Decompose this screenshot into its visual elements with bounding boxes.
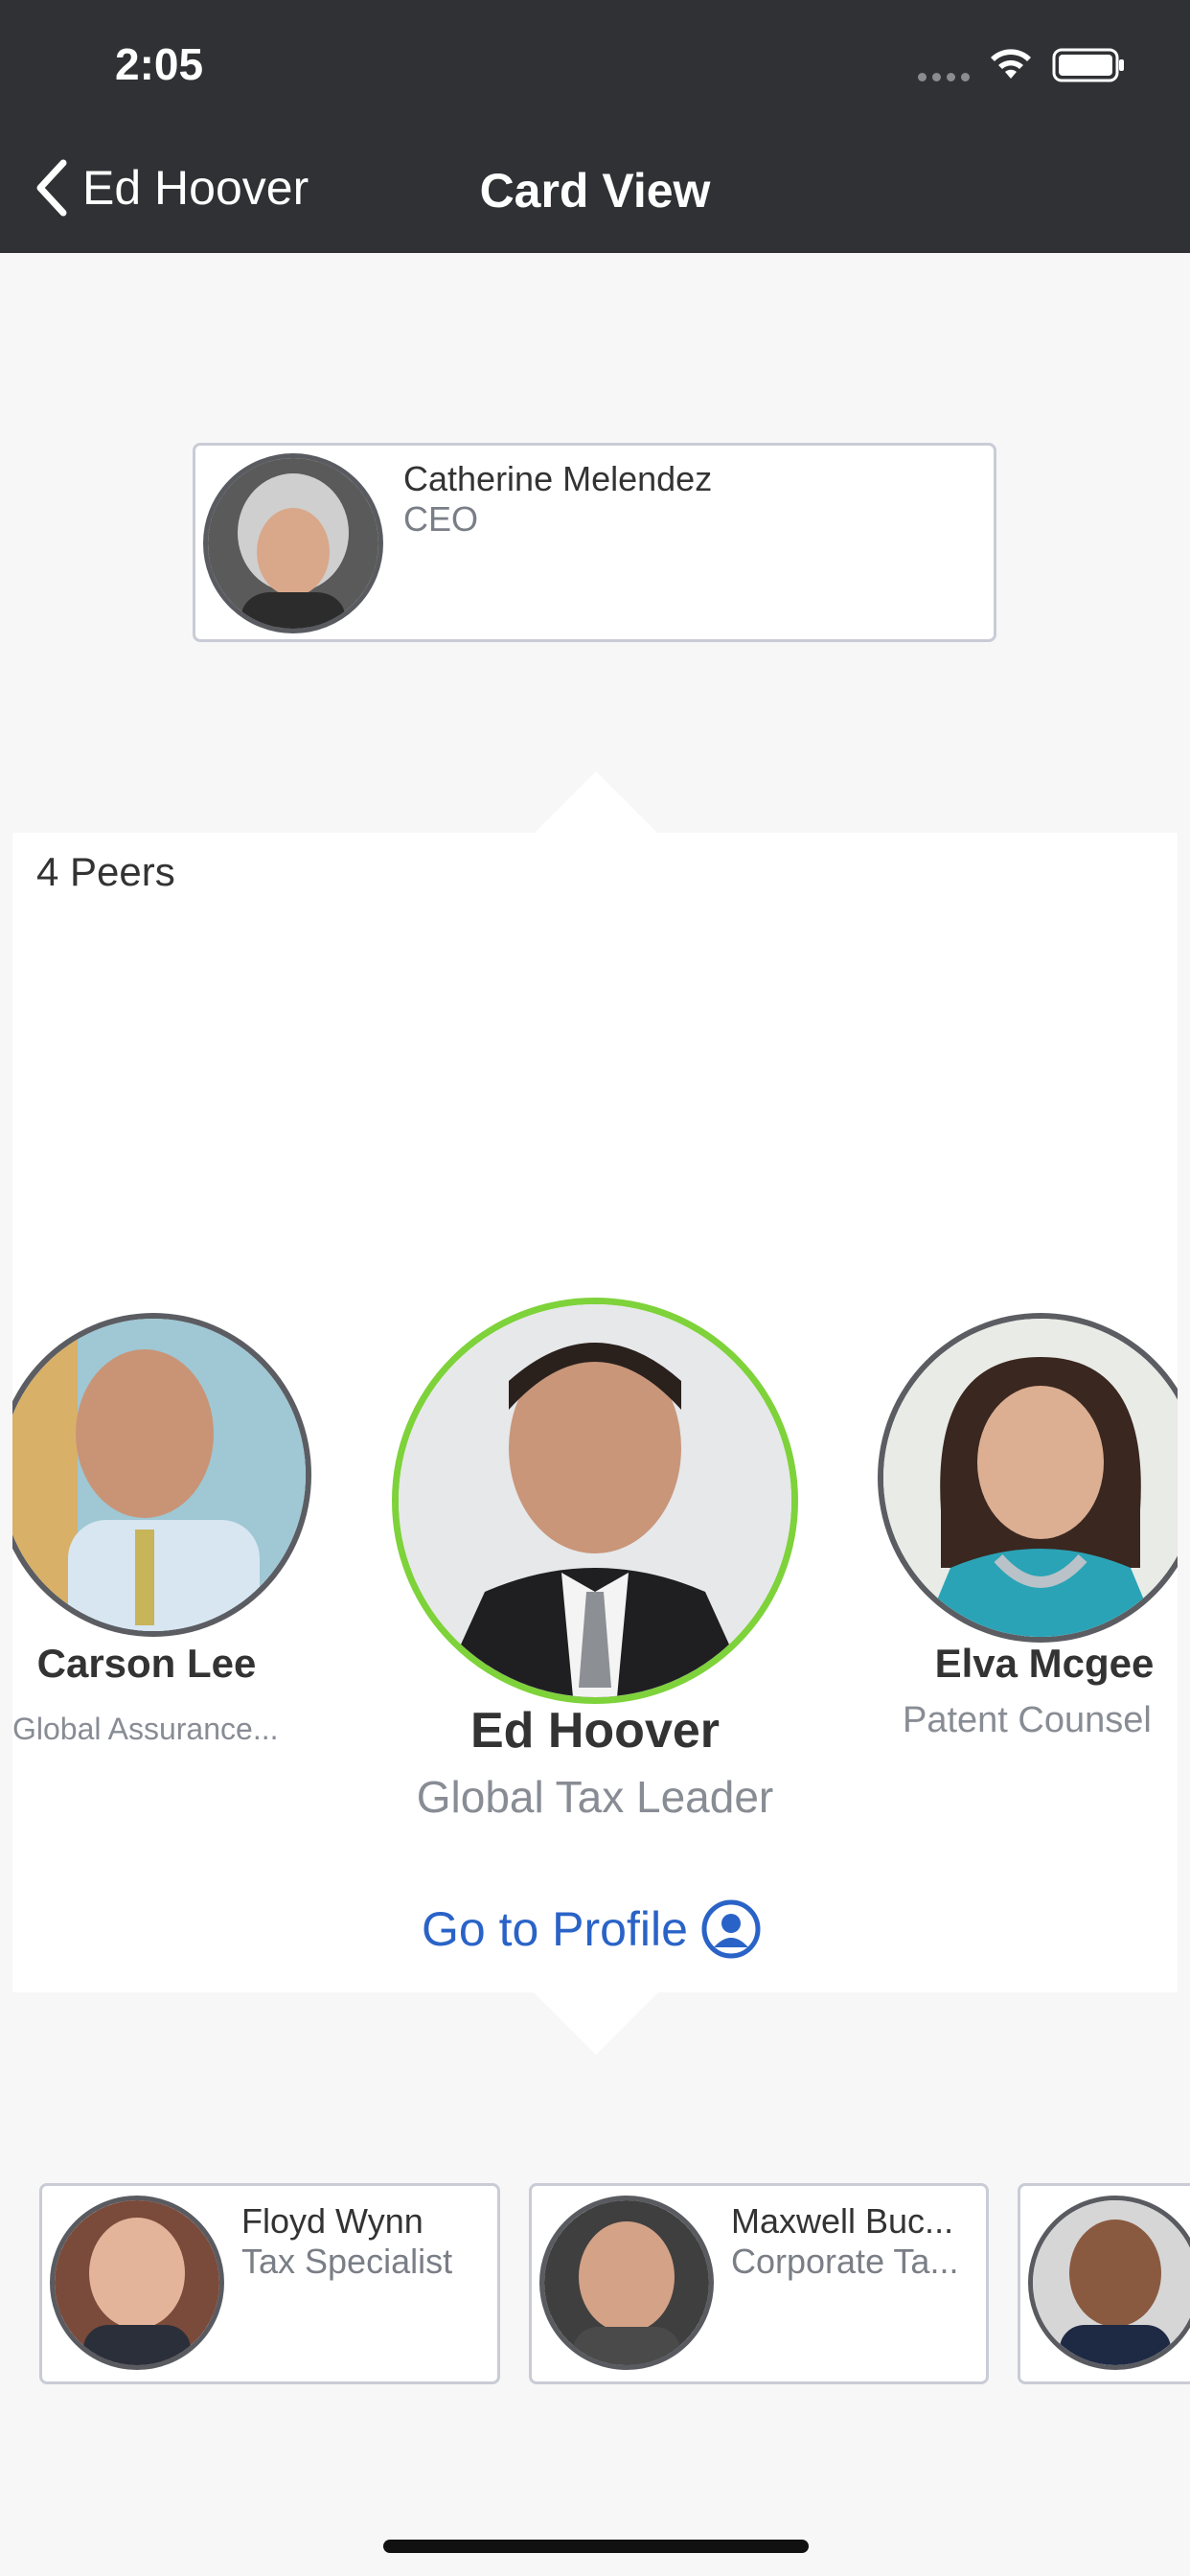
- profile-icon: [701, 1899, 761, 1959]
- report-name: Maxwell Buc...: [731, 2201, 954, 2241]
- manager-avatar: [203, 453, 383, 633]
- report-avatar: [1028, 2196, 1190, 2370]
- manager-role: CEO: [403, 499, 479, 539]
- status-time: 2:05: [115, 39, 204, 89]
- manager-name: Catherine Melendez: [403, 459, 713, 498]
- page-title: Card View: [479, 164, 711, 218]
- report-avatar: [50, 2196, 224, 2370]
- peer-name: Ed Hoover: [469, 1703, 721, 1759]
- peer-avatar: [12, 1313, 311, 1637]
- peer-name: Elva Mcgee: [934, 1641, 1155, 1686]
- report-role: Tax Specialist: [241, 2242, 453, 2281]
- report-avatar: [539, 2196, 714, 2370]
- go-to-profile-link[interactable]: Go to Profile: [422, 1899, 761, 1959]
- battery-icon: [1052, 48, 1127, 87]
- wifi-icon: [987, 46, 1035, 85]
- peer-role: Global Assurance...: [12, 1712, 279, 1746]
- panel-notch-top: [533, 771, 659, 835]
- peer-ed-hoover-avatar[interactable]: [392, 1298, 798, 1704]
- report-role: Corporate Ta...: [731, 2242, 959, 2281]
- peer-name: Carson Lee: [36, 1641, 257, 1686]
- peers-count: 4 Peers: [36, 849, 175, 894]
- report-card[interactable]: Floyd Wynn Tax Specialist: [39, 2183, 500, 2384]
- panel-notch-bottom: [533, 1991, 659, 2055]
- report-name: Floyd Wynn: [241, 2201, 423, 2241]
- peer-elva-mcgee[interactable]: [876, 1311, 1178, 1656]
- peer-role: Patent Counsel: [903, 1700, 1152, 1740]
- go-to-profile-label: Go to Profile: [422, 1902, 688, 1956]
- peer-carson-lee[interactable]: [12, 1311, 319, 1656]
- peer-role: Global Tax Leader: [416, 1772, 774, 1822]
- peer-avatar: [878, 1313, 1178, 1643]
- home-indicator[interactable]: [383, 2540, 809, 2553]
- manager-card[interactable]: Catherine Melendez CEO: [193, 443, 996, 642]
- signal-icon: [918, 73, 970, 81]
- report-card[interactable]: [1018, 2183, 1190, 2384]
- report-card[interactable]: Maxwell Buc... Corporate Ta...: [529, 2183, 989, 2384]
